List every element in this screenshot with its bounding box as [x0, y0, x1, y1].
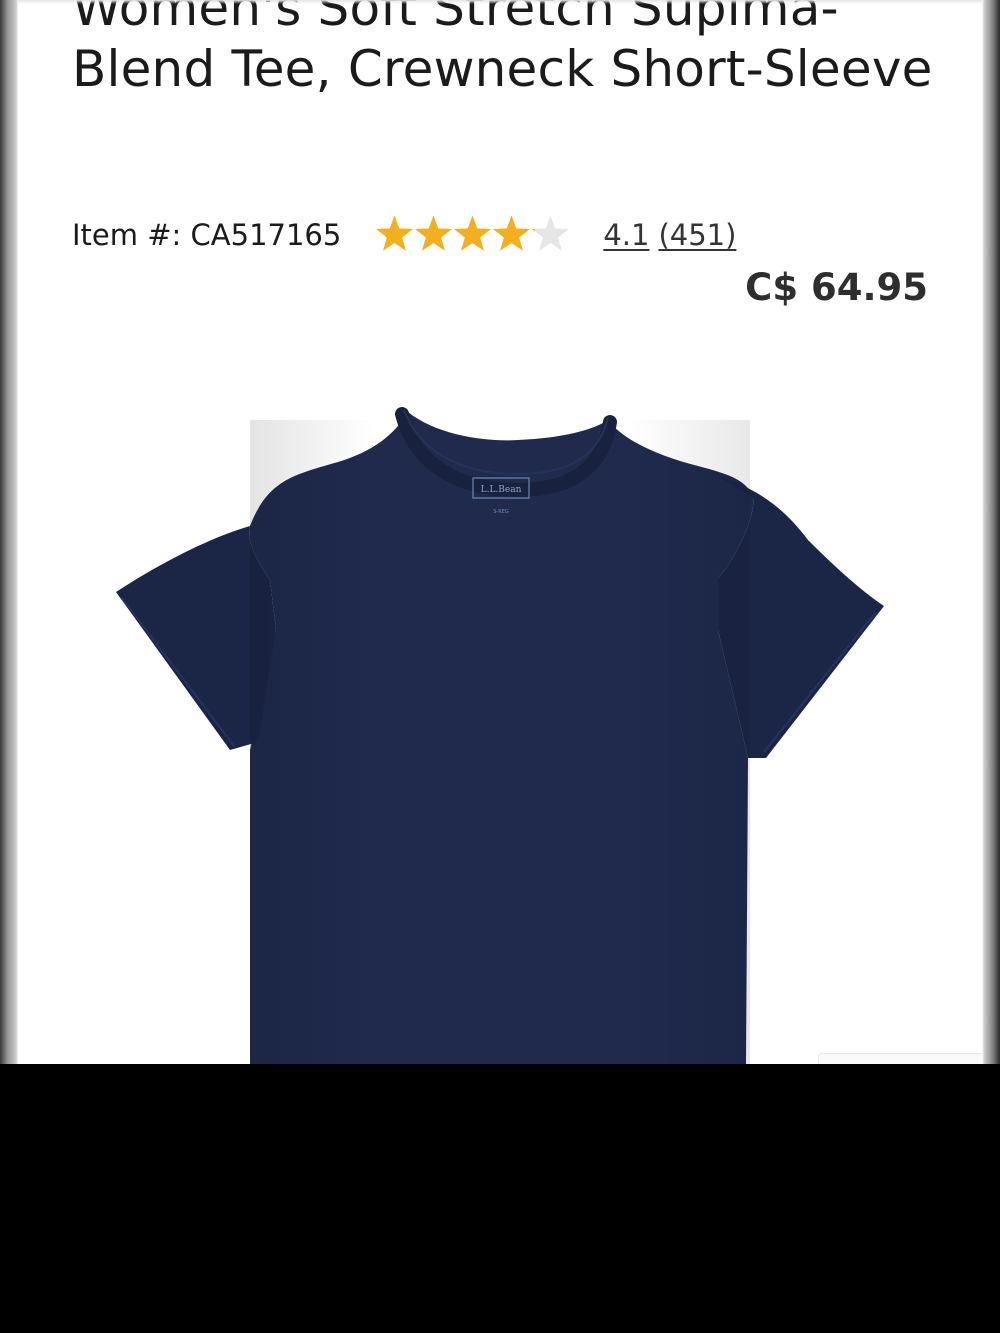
- star-empty-icon: [532, 215, 570, 251]
- overlay-tab: [818, 1053, 982, 1064]
- tshirt-image: L.L.Bean S-REG: [116, 407, 884, 1064]
- product-title: Women's Soft Stretch Supima-Blend Tee, C…: [72, 0, 933, 98]
- star-filled-icon: [415, 215, 453, 251]
- star-filled-icon: [493, 215, 531, 251]
- reviews-link[interactable]: 4.1 (451): [603, 218, 736, 252]
- brand-label-text: L.L.Bean: [481, 485, 522, 495]
- star-filled-icon: [454, 215, 492, 251]
- size-label-text: S-REG: [493, 509, 509, 515]
- item-number-value: CA517165: [190, 218, 342, 252]
- star-rating: [375, 215, 571, 255]
- star-filled-icon: [376, 215, 414, 251]
- black-bottom-area: [0, 1064, 1000, 1333]
- product-page: Women's Soft Stretch Supima-Blend Tee, C…: [18, 0, 982, 1064]
- item-number-label: Item #:: [72, 218, 182, 252]
- product-image[interactable]: L.L.Bean S-REG: [18, 330, 982, 1064]
- product-meta-row: Item #: CA517165 4.1 (451): [72, 212, 736, 258]
- top-shadow: [18, 0, 982, 4]
- item-number: Item #: CA517165: [72, 218, 341, 252]
- rating-value: 4.1: [603, 218, 650, 252]
- review-count: (451): [658, 218, 737, 252]
- product-price: C$ 64.95: [745, 266, 928, 309]
- star-rating-icon: [376, 215, 570, 251]
- tshirt-shading: [250, 420, 750, 1064]
